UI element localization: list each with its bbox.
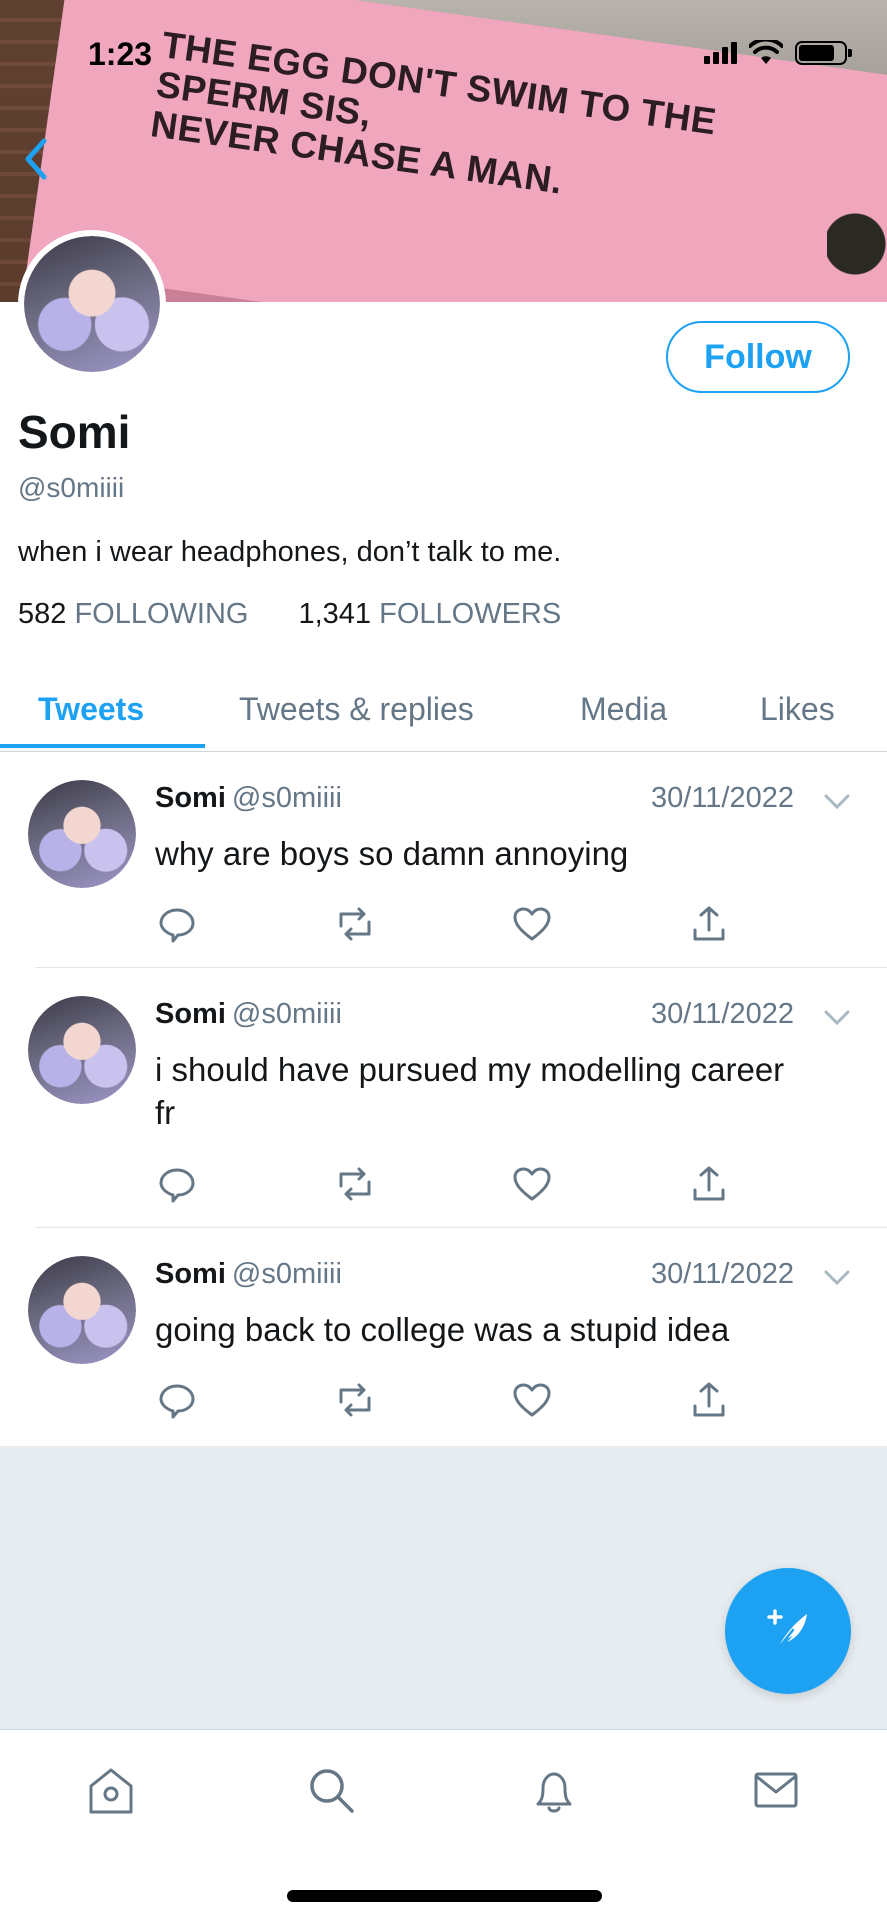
tweet-author-handle: @s0miiii bbox=[231, 782, 342, 814]
tweet-author-handle: @s0miiii bbox=[231, 1258, 342, 1290]
search-icon[interactable] bbox=[303, 1762, 359, 1818]
banner-tree bbox=[827, 200, 887, 302]
tweet-divider bbox=[35, 967, 887, 968]
tweet-text: going back to college was a stupid idea bbox=[155, 1311, 730, 1348]
messages-icon[interactable] bbox=[748, 1762, 804, 1818]
tweet-date: 30/11/2022 bbox=[651, 1258, 794, 1290]
retweet-icon[interactable] bbox=[333, 1162, 377, 1206]
following-label: FOLLOWING bbox=[74, 598, 249, 630]
tweet-author-name: Somi bbox=[155, 1258, 226, 1290]
profile-name: Somi bbox=[18, 406, 131, 458]
chevron-down-icon[interactable] bbox=[822, 1008, 852, 1028]
tweet-avatar[interactable] bbox=[28, 996, 136, 1104]
home-indicator[interactable] bbox=[287, 1890, 602, 1902]
chevron-down-icon[interactable] bbox=[822, 792, 852, 812]
active-tab-indicator bbox=[0, 744, 205, 748]
battery-icon bbox=[795, 41, 852, 65]
tweet-date: 30/11/2022 bbox=[651, 782, 794, 814]
retweet-icon[interactable] bbox=[333, 1378, 377, 1422]
home-icon[interactable] bbox=[83, 1762, 139, 1818]
following-count-link[interactable]: 582 FOLLOWING bbox=[18, 598, 248, 631]
tweet-header: Somi @s0miiii bbox=[155, 782, 342, 815]
share-icon[interactable] bbox=[687, 1162, 731, 1206]
profile-tabs: Tweets Tweets & replies Media Likes bbox=[0, 666, 887, 752]
tweet-avatar[interactable] bbox=[28, 1256, 136, 1364]
compose-tweet-icon bbox=[767, 1609, 807, 1652]
heart-icon[interactable] bbox=[510, 902, 554, 946]
follow-button[interactable]: Follow bbox=[666, 321, 850, 393]
reply-icon[interactable] bbox=[155, 1378, 199, 1422]
tweet-text: why are boys so damn annoying bbox=[155, 835, 629, 872]
heart-icon[interactable] bbox=[510, 1378, 554, 1422]
tweet-actions bbox=[155, 1162, 755, 1206]
tab-tweets-replies[interactable]: Tweets & replies bbox=[239, 666, 474, 752]
followers-count: 1,341 bbox=[298, 598, 372, 630]
profile-handle: @s0miiii bbox=[18, 472, 125, 503]
tweet-header: Somi @s0miiii bbox=[155, 1258, 342, 1291]
heart-icon[interactable] bbox=[510, 1162, 554, 1206]
compose-tweet-button[interactable] bbox=[725, 1568, 851, 1694]
chevron-down-icon[interactable] bbox=[822, 1268, 852, 1288]
profile-bio: when i wear headphones, don’t talk to me… bbox=[18, 536, 562, 568]
tab-media[interactable]: Media bbox=[580, 666, 667, 752]
tweet-author-name: Somi bbox=[155, 782, 226, 814]
tab-likes[interactable]: Likes bbox=[760, 666, 835, 752]
tweet-author-name: Somi bbox=[155, 998, 226, 1030]
tab-tweets[interactable]: Tweets bbox=[38, 666, 144, 752]
back-chevron-icon[interactable] bbox=[16, 135, 56, 183]
share-icon[interactable] bbox=[687, 1378, 731, 1422]
profile-avatar[interactable] bbox=[18, 230, 166, 378]
tweet-actions bbox=[155, 902, 755, 946]
followers-label: FOLLOWERS bbox=[379, 598, 562, 630]
wifi-icon bbox=[749, 40, 783, 64]
tweet-author-handle: @s0miiii bbox=[231, 998, 342, 1030]
follow-counts: 582 FOLLOWING 1,341 FOLLOWERS bbox=[18, 598, 561, 631]
following-count: 582 bbox=[18, 598, 67, 630]
retweet-icon[interactable] bbox=[333, 902, 377, 946]
tweet-divider bbox=[35, 1227, 887, 1228]
status-time: 1:23 bbox=[88, 36, 153, 72]
tweet-date: 30/11/2022 bbox=[651, 998, 794, 1030]
share-icon[interactable] bbox=[687, 902, 731, 946]
tweet-avatar[interactable] bbox=[28, 780, 136, 888]
tweet-actions bbox=[155, 1378, 755, 1422]
signal-icon bbox=[704, 42, 737, 64]
reply-icon[interactable] bbox=[155, 1162, 199, 1206]
tweet-header: Somi @s0miiii bbox=[155, 998, 342, 1031]
notifications-icon[interactable] bbox=[526, 1762, 582, 1818]
status-icons bbox=[704, 40, 852, 66]
reply-icon[interactable] bbox=[155, 902, 199, 946]
tweet-text: i should have pursued my modelling caree… bbox=[155, 1051, 785, 1131]
followers-count-link[interactable]: 1,341 FOLLOWERS bbox=[298, 598, 561, 631]
